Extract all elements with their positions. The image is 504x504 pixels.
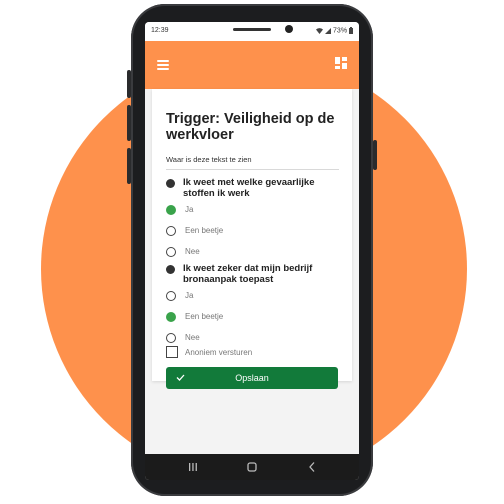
speaker [233, 28, 271, 31]
radio-button[interactable] [166, 226, 176, 236]
option-label: Een beetje [185, 226, 224, 235]
radio-button-selected[interactable] [166, 205, 176, 215]
option-label: Ja [185, 291, 194, 300]
phone-side-button [127, 148, 131, 184]
status-icons: 73% [316, 27, 353, 34]
phone-screen: 12:39 73% Trigger: Veiligheid op de werk… [145, 22, 359, 480]
radio-button[interactable] [166, 333, 176, 343]
anonymous-checkbox[interactable] [166, 346, 178, 358]
menu-icon[interactable] [157, 60, 169, 70]
question-text: Ik weet zeker dat mijn bedrijf bronaanpa… [183, 263, 313, 285]
save-button[interactable]: Opslaan [166, 367, 338, 389]
status-bar: 12:39 73% [145, 22, 359, 41]
battery-icon [349, 27, 353, 34]
phone-side-button [127, 70, 131, 98]
back-icon[interactable] [305, 460, 319, 474]
signal-icon [325, 27, 332, 34]
system-nav-bar [145, 454, 359, 480]
app-bar [145, 41, 359, 89]
option-label: Een beetje [185, 312, 224, 321]
question-text: Ik weet met welke gevaarlijke stoffen ik… [183, 177, 315, 199]
option-label: Nee [185, 247, 200, 256]
anonymous-label: Anoniem versturen [185, 348, 253, 357]
save-button-label: Opslaan [235, 373, 269, 383]
battery-percentage: 73% [333, 27, 348, 35]
grid-icon[interactable] [335, 57, 347, 69]
status-time: 12:39 [151, 27, 169, 34]
radio-button-selected[interactable] [166, 312, 176, 322]
phone-power-button [373, 140, 377, 170]
divider [166, 169, 339, 170]
bullet-icon [166, 179, 175, 188]
bullet-icon [166, 265, 175, 274]
option-label: Nee [185, 333, 200, 342]
wifi-icon [316, 27, 324, 34]
form-card: Trigger: Veiligheid op de werkvloer Waar… [152, 89, 352, 389]
form-subtitle: Waar is deze tekst te zien [166, 155, 252, 164]
camera-icon [285, 25, 293, 33]
phone-side-button [127, 105, 131, 141]
option-label: Ja [185, 205, 194, 214]
recent-apps-icon[interactable] [186, 460, 200, 474]
radio-button[interactable] [166, 291, 176, 301]
home-icon[interactable] [245, 460, 259, 474]
radio-button[interactable] [166, 247, 176, 257]
page-title: Trigger: Veiligheid op de werkvloer [166, 111, 335, 143]
